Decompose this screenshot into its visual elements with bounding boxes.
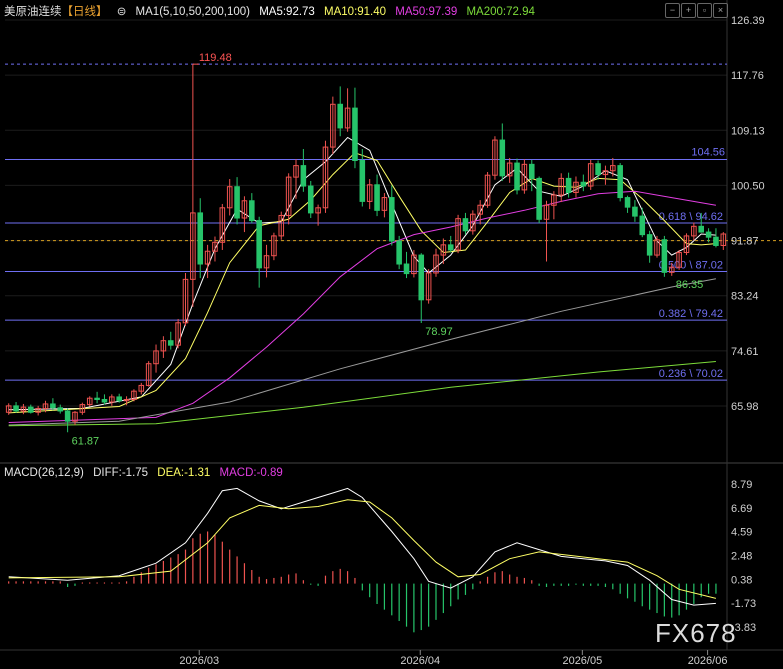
price-tick-label: 83.24 — [731, 291, 759, 303]
candle-body — [249, 200, 255, 222]
candle-body — [167, 340, 174, 346]
candle-body — [528, 163, 535, 179]
price-tick-label: 100.50 — [731, 180, 765, 192]
annotation-label: 119.48 — [199, 52, 232, 64]
macd-dea: DEA:-1.31 — [157, 467, 211, 479]
ma50-value: MA50:97.39 — [395, 6, 458, 18]
restore-icon[interactable]: ▫ — [697, 3, 712, 18]
plus-icon[interactable]: + — [681, 3, 696, 18]
instrument-name: 美原油连续 — [4, 6, 62, 18]
ma-line-ma200 — [8, 361, 716, 427]
candle-body — [580, 181, 587, 187]
macd-params: MACD(26,12,9) — [4, 467, 84, 479]
candle-body — [352, 107, 358, 162]
macd-value: MACD:-0.89 — [219, 467, 283, 479]
candle-body — [617, 165, 623, 199]
ma10-value: MA10:91.40 — [324, 6, 387, 18]
candle-body — [374, 184, 380, 211]
candle-body — [514, 162, 520, 191]
price-tick-label: 126.39 — [731, 15, 765, 27]
macd-tick-label: 6.69 — [731, 503, 752, 515]
watermark: FX678 — [655, 618, 737, 648]
candle-body — [705, 231, 712, 238]
macd-tick-label: 4.59 — [731, 527, 752, 539]
candle-body — [359, 160, 366, 202]
resistance-label: 104.56 — [691, 146, 725, 158]
candle-body — [197, 212, 204, 265]
candle-body — [389, 197, 395, 242]
candle-body — [565, 177, 572, 193]
candle-body — [337, 103, 343, 129]
price-tick-label: 65.98 — [731, 401, 759, 413]
candle-body — [595, 163, 601, 176]
candle-body — [536, 177, 542, 220]
candle-body — [13, 405, 19, 412]
candle-body — [57, 407, 64, 412]
candle-body — [447, 244, 454, 251]
fib-label: 0.500 \ 87.02 — [659, 260, 723, 272]
time-tick-label: 2026/03 — [179, 655, 219, 667]
time-tick-label: 2026/06 — [688, 655, 728, 667]
ma-line-ma100 — [8, 278, 716, 426]
candle-body — [624, 197, 631, 208]
macd-tick-label: 8.79 — [731, 479, 752, 491]
candle-body — [418, 254, 425, 301]
candle-body — [632, 206, 638, 217]
macd-tick-label: 0.38 — [731, 574, 752, 586]
annotation-label: 86.35 — [676, 279, 704, 291]
candle-body — [94, 397, 100, 400]
minus-icon[interactable]: − — [665, 3, 680, 18]
candle-body — [300, 165, 307, 187]
candle-body — [234, 186, 240, 219]
price-tick-label: 74.61 — [731, 346, 759, 358]
time-tick-label: 2026/05 — [562, 655, 602, 667]
annotation-label: 78.97 — [425, 326, 453, 338]
candle-body — [646, 234, 653, 256]
candle-body — [64, 410, 71, 422]
price-header: 美原油连续【日线】 ⊜ MA1(5,10,50,200,100) MA5:92.… — [4, 3, 541, 19]
price-tick-label: 117.76 — [731, 70, 764, 82]
candle-body — [639, 215, 646, 236]
ma-line-ma50 — [8, 190, 716, 423]
macd-header: MACD(26,12,9) DIFF:-1.75 DEA:-1.31 MACD:… — [4, 467, 289, 479]
candle-body — [256, 220, 262, 269]
candle-body — [50, 403, 56, 409]
candle-body — [462, 218, 469, 232]
candle-body — [307, 185, 314, 214]
chart-canvas: 0.618 \ 94.62 0.500 \ 87.02 0.382 \ 79.42 0… — [0, 0, 783, 667]
period-label: 【日线】 — [61, 6, 108, 18]
candle-body — [101, 398, 108, 403]
macd-tick-label: -1.73 — [731, 598, 756, 610]
ma-params: MA1(5,10,50,200,100) — [135, 6, 250, 18]
price-tick-label: 91.87 — [731, 236, 759, 248]
candle-body — [499, 139, 506, 177]
annotation-label: 61.87 — [72, 435, 100, 447]
settings-icon[interactable]: ⊜ — [117, 6, 127, 18]
macd-tick-label: 2.48 — [731, 551, 752, 563]
fib-label: 0.382 \ 79.42 — [659, 308, 723, 320]
ma5-value: MA5:92.73 — [259, 6, 315, 18]
candle-body — [28, 406, 34, 413]
time-tick-label: 2026/04 — [400, 655, 440, 667]
candle-body — [698, 225, 704, 233]
fib-label: 0.618 \ 94.62 — [659, 211, 723, 223]
price-tick-label: 109.13 — [731, 125, 765, 137]
candle-body — [116, 396, 122, 402]
fib-label: 0.236 \ 70.02 — [659, 368, 723, 380]
candle-body — [396, 240, 402, 265]
close-icon[interactable]: × — [713, 3, 728, 18]
macd-diff: DIFF:-1.75 — [93, 467, 149, 479]
candle-body — [403, 263, 410, 275]
ma200-value: MA200:72.94 — [466, 6, 535, 18]
candle-body — [661, 239, 668, 273]
candle-body — [713, 236, 719, 246]
